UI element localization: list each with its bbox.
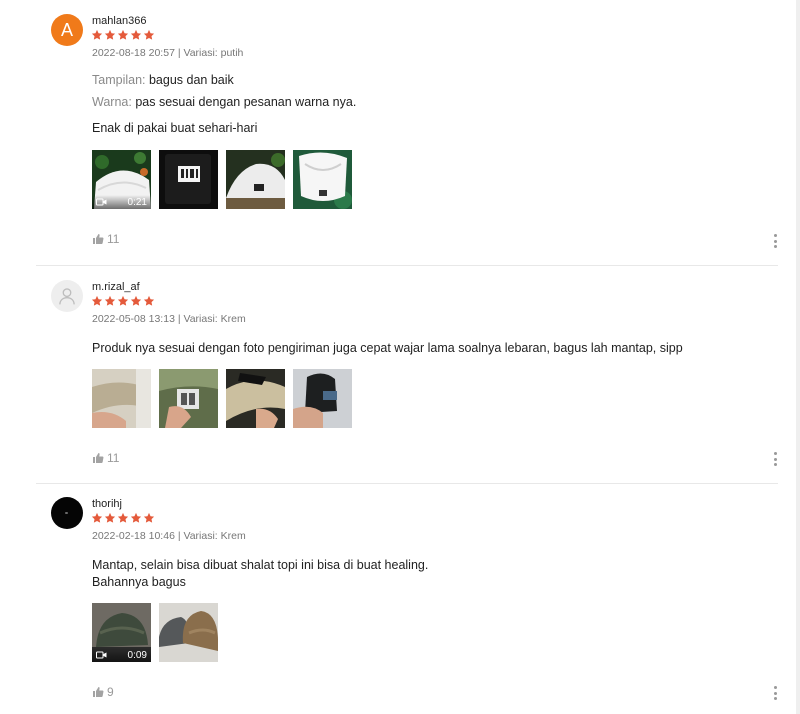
page-edge — [796, 0, 800, 714]
username[interactable]: thorihj — [92, 498, 122, 510]
attribute-value: bagus dan baik — [148, 73, 234, 87]
hat-photo — [226, 150, 285, 209]
hat-photo — [226, 369, 285, 428]
review-text: Produk nya sesuai dengan foto pengiriman… — [92, 341, 683, 355]
star-icon — [130, 29, 142, 41]
review-meta: 2022-08-18 20:57 | Variasi: putih — [92, 47, 244, 59]
more-options-button[interactable] — [772, 686, 778, 700]
attribute-label: Tampilan: — [92, 73, 146, 87]
star-icon — [143, 512, 155, 524]
review-item: thorihj 2022-02-18 10:46 | Variasi: Krem… — [36, 497, 778, 712]
video-duration: 0:09 — [127, 649, 147, 661]
more-vertical-icon-dot — [773, 234, 777, 237]
star-icon — [104, 29, 116, 41]
like-count: 11 — [107, 451, 120, 465]
review-divider — [36, 483, 778, 484]
review-attribute: Warna: pas sesuai dengan pesanan warna n… — [92, 95, 356, 109]
star-icon — [91, 512, 103, 524]
star-icon — [117, 29, 129, 41]
review-divider — [36, 265, 778, 266]
like-button[interactable]: 11 — [92, 451, 119, 465]
review-video-thumbnail[interactable]: 0:09 — [92, 603, 151, 662]
username[interactable]: mahlan366 — [92, 15, 146, 27]
attribute-label: Warna: — [92, 95, 132, 109]
avatar[interactable] — [51, 497, 83, 529]
star-icon — [117, 512, 129, 524]
user-icon — [59, 288, 75, 305]
hat-photo — [159, 369, 218, 428]
review-photo-thumbnail[interactable] — [159, 150, 218, 209]
review-photo-thumbnail[interactable] — [159, 603, 218, 662]
star-icon — [130, 295, 142, 307]
review-media: 0:09 — [92, 603, 218, 662]
video-camera-icon — [96, 651, 107, 659]
review-photo-thumbnail[interactable] — [226, 369, 285, 428]
star-icon — [117, 295, 129, 307]
hat-photo — [159, 603, 218, 662]
star-icon — [91, 29, 103, 41]
star-icon — [143, 295, 155, 307]
star-icon — [143, 29, 155, 41]
video-camera-icon — [96, 198, 107, 206]
review-attribute: Tampilan: bagus dan baik — [92, 73, 234, 87]
star-icon — [104, 512, 116, 524]
hat-photo — [92, 369, 151, 428]
review-photo-thumbnail[interactable] — [293, 150, 352, 209]
review-photo-thumbnail[interactable] — [92, 369, 151, 428]
like-count: 9 — [107, 685, 114, 699]
avatar[interactable] — [51, 280, 83, 312]
star-icon — [104, 295, 116, 307]
review-item: m.rizal_af 2022-05-08 13:13 | Variasi: K… — [36, 280, 778, 470]
review-text-line: Bahannya bagus — [92, 575, 186, 589]
review-text: Enak di pakai buat sehari-hari — [92, 121, 258, 135]
review-text-line: Mantap, selain bisa dibuat shalat topi i… — [92, 558, 429, 572]
star-rating — [91, 295, 155, 307]
review-photo-thumbnail[interactable] — [226, 150, 285, 209]
thumbs-up-icon — [92, 686, 104, 698]
star-icon — [130, 512, 142, 524]
star-icon — [91, 295, 103, 307]
review-meta: 2022-02-18 10:46 | Variasi: Krem — [92, 530, 246, 542]
review-photo-thumbnail[interactable] — [293, 369, 352, 428]
review-item: A mahlan366 2022-08-18 20:57 | Variasi: … — [36, 14, 778, 250]
thumbs-up-icon — [92, 233, 104, 245]
star-rating — [91, 512, 155, 524]
review-media: 0:21 — [92, 150, 352, 209]
like-button[interactable]: 9 — [92, 685, 114, 699]
video-badge: 0:09 — [92, 648, 151, 662]
star-rating — [91, 29, 155, 41]
review-video-thumbnail[interactable]: 0:21 — [92, 150, 151, 209]
avatar[interactable]: A — [51, 14, 83, 46]
package-photo — [159, 150, 218, 209]
avatar-letter: A — [60, 20, 73, 40]
like-button[interactable]: 11 — [92, 232, 119, 246]
video-badge: 0:21 — [92, 195, 151, 209]
like-count: 11 — [107, 232, 120, 246]
thumbs-up-icon — [92, 452, 104, 464]
username[interactable]: m.rizal_af — [92, 281, 140, 293]
hat-photo — [293, 369, 352, 428]
video-duration: 0:21 — [127, 196, 147, 208]
review-media — [92, 369, 352, 428]
review-photo-thumbnail[interactable] — [159, 369, 218, 428]
more-options-button[interactable] — [772, 452, 778, 466]
attribute-value: pas sesuai dengan pesanan warna nya. — [135, 95, 357, 109]
hat-photo — [293, 150, 352, 209]
more-options-button[interactable] — [772, 234, 778, 248]
review-meta: 2022-05-08 13:13 | Variasi: Krem — [92, 313, 246, 325]
